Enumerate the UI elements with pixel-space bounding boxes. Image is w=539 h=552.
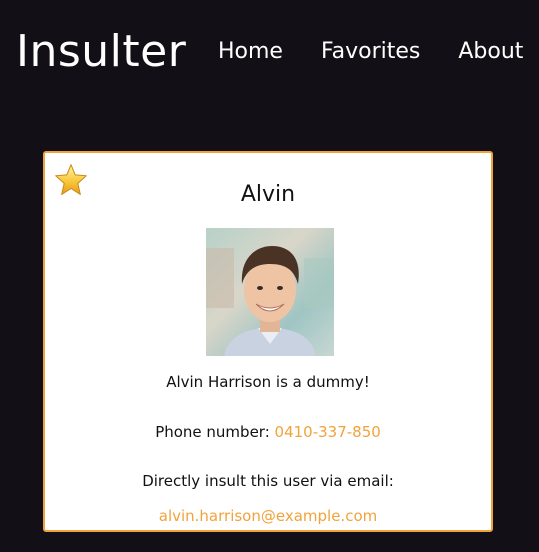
- nav-home[interactable]: Home: [218, 38, 283, 66]
- main-nav: Home Favorites About: [218, 38, 523, 66]
- nav-about[interactable]: About: [458, 38, 523, 66]
- user-card: Alvin Alvin Harrison is a dummy! Phone n…: [43, 151, 493, 532]
- user-name: Alvin: [240, 182, 296, 207]
- user-description: Alvin Harrison is a dummy!: [166, 373, 370, 391]
- nav-favorites[interactable]: Favorites: [321, 38, 420, 66]
- app-header: Insulter Home Favorites About: [0, 0, 539, 110]
- phone-link[interactable]: 0410-337-850: [275, 423, 381, 441]
- email-prompt: Directly insult this user via email:: [142, 472, 394, 490]
- user-avatar: [206, 228, 334, 356]
- email-link[interactable]: alvin.harrison@example.com: [45, 507, 491, 525]
- brand-logo[interactable]: Insulter: [16, 24, 186, 80]
- phone-line: Phone number: 0410-337-850: [45, 423, 491, 441]
- phone-label: Phone number:: [155, 423, 275, 441]
